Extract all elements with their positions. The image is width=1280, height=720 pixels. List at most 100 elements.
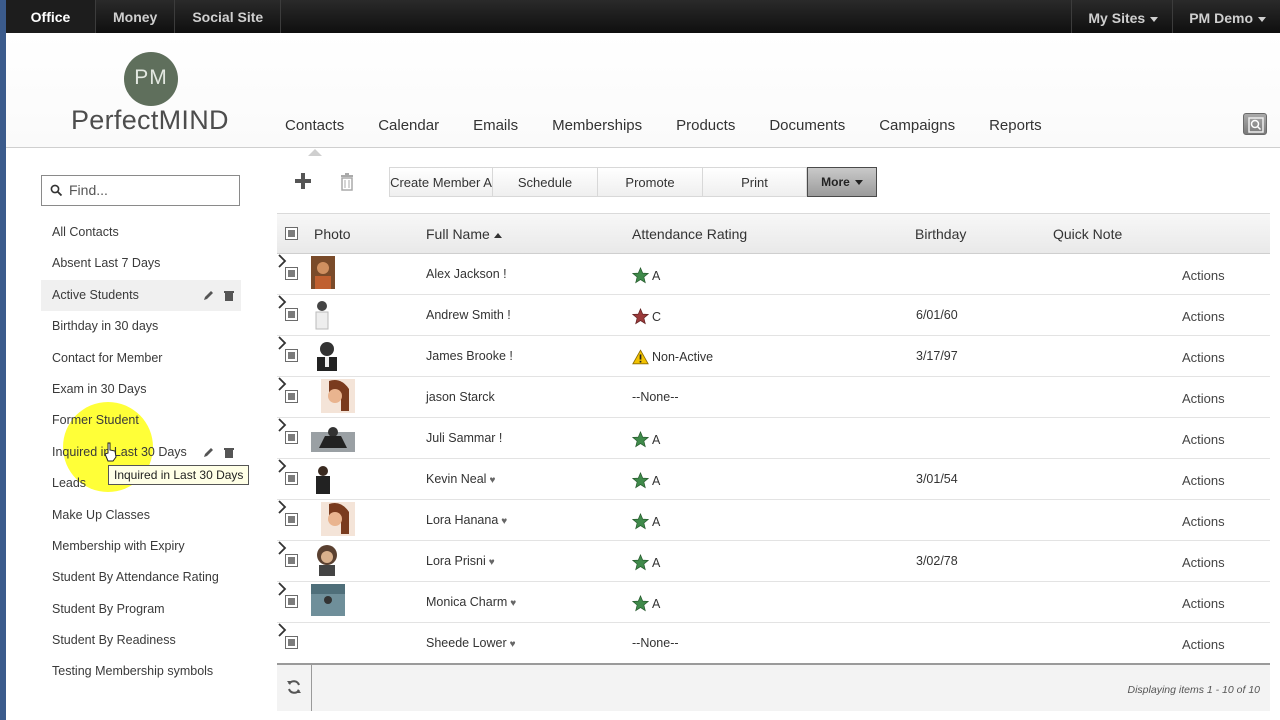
chevron-right-icon[interactable]	[277, 582, 287, 596]
contact-name[interactable]: Monica Charm ♥	[426, 595, 516, 609]
favorite-heart-icon: ♥	[489, 475, 496, 486]
chevron-right-icon[interactable]	[277, 377, 287, 391]
row-checkbox[interactable]	[285, 390, 298, 403]
table-row[interactable]: Kevin Neal ♥ A 3/01/54 Actions	[277, 459, 1270, 500]
row-checkbox[interactable]	[285, 636, 298, 649]
contact-name[interactable]: Kevin Neal ♥	[426, 472, 495, 486]
row-checkbox[interactable]	[285, 267, 298, 280]
sidebar-item-make-up-classes[interactable]: Make Up Classes	[41, 500, 241, 531]
contact-name[interactable]: Lora Prisni ♥	[426, 554, 495, 568]
nav-products[interactable]: Products	[659, 117, 752, 134]
edit-pencil-icon[interactable]	[202, 446, 215, 459]
sidebar-item-active-students[interactable]: Active Students	[41, 279, 241, 312]
row-checkbox[interactable]	[285, 431, 298, 444]
contact-name[interactable]: Alex Jackson !	[426, 267, 507, 281]
row-checkbox[interactable]	[285, 595, 298, 608]
contact-name[interactable]: James Brooke !	[426, 349, 513, 363]
contact-name[interactable]: Lora Hanana ♥	[426, 513, 507, 527]
table-row[interactable]: Sheede Lower ♥ --None-- Actions	[277, 623, 1270, 664]
refresh-button[interactable]	[277, 665, 312, 711]
trash-icon[interactable]	[223, 289, 235, 302]
actions-link[interactable]: Actions	[1182, 350, 1225, 365]
pagination-status: Displaying items 1 - 10 of 10	[1127, 684, 1260, 696]
chevron-right-icon[interactable]	[277, 459, 287, 473]
chevron-right-icon[interactable]	[277, 500, 287, 514]
nav-memberships[interactable]: Memberships	[535, 117, 659, 134]
table-row[interactable]: Lora Hanana ♥ A Actions	[277, 500, 1270, 541]
edit-pencil-icon[interactable]	[202, 289, 215, 302]
find-input[interactable]: Find...	[41, 175, 240, 206]
actions-link[interactable]: Actions	[1182, 268, 1225, 283]
table-row[interactable]: Lora Prisni ♥ A 3/02/78 Actions	[277, 541, 1270, 582]
actions-link[interactable]: Actions	[1182, 432, 1225, 447]
promote-button[interactable]: Promote	[598, 167, 703, 197]
my-sites-menu[interactable]: My Sites	[1071, 0, 1172, 33]
contact-name[interactable]: Sheede Lower ♥	[426, 636, 516, 650]
actions-link[interactable]: Actions	[1182, 514, 1225, 529]
chevron-right-icon[interactable]	[277, 254, 287, 268]
col-birthday[interactable]: Birthday	[915, 226, 966, 242]
global-search-button[interactable]	[1243, 113, 1267, 135]
sidebar-item-absent-last-7-days[interactable]: Absent Last 7 Days	[41, 248, 241, 279]
table-row[interactable]: Juli Sammar ! A Actions	[277, 418, 1270, 459]
schedule-button[interactable]: Schedule	[493, 167, 598, 197]
table-row[interactable]: Alex Jackson ! A Actions	[277, 254, 1270, 295]
create-member-button[interactable]: Create Member A	[389, 167, 493, 197]
sidebar-item-contact-for-member[interactable]: Contact for Member	[41, 343, 241, 374]
table-row[interactable]: jason Starck --None-- Actions	[277, 377, 1270, 418]
table-row[interactable]: Monica Charm ♥ A Actions	[277, 582, 1270, 623]
contact-name[interactable]: jason Starck	[426, 390, 495, 404]
row-checkbox[interactable]	[285, 349, 298, 362]
trash-icon[interactable]	[339, 172, 355, 192]
nav-contacts[interactable]: Contacts	[268, 117, 361, 156]
nav-emails[interactable]: Emails	[456, 117, 535, 134]
row-checkbox[interactable]	[285, 554, 298, 567]
chevron-right-icon[interactable]	[277, 336, 287, 350]
account-menu[interactable]: PM Demo	[1172, 0, 1280, 33]
top-tab-money[interactable]: Money	[96, 0, 176, 33]
logo-icon[interactable]: PM	[124, 52, 178, 106]
row-checkbox[interactable]	[285, 308, 298, 321]
actions-link[interactable]: Actions	[1182, 596, 1225, 611]
sidebar-item-all-contacts[interactable]: All Contacts	[41, 217, 241, 248]
contact-name[interactable]: Andrew Smith !	[426, 308, 511, 322]
top-tab-office[interactable]: Office	[6, 0, 96, 33]
nav-reports[interactable]: Reports	[972, 117, 1059, 134]
nav-documents[interactable]: Documents	[752, 117, 862, 134]
chevron-right-icon[interactable]	[277, 418, 287, 432]
col-full-name[interactable]: Full Name	[426, 226, 502, 242]
chevron-right-icon[interactable]	[277, 295, 287, 309]
top-tab-social-site[interactable]: Social Site	[175, 0, 282, 33]
nav-calendar[interactable]: Calendar	[361, 117, 456, 134]
actions-link[interactable]: Actions	[1182, 637, 1225, 652]
print-button[interactable]: Print	[703, 167, 807, 197]
actions-link[interactable]: Actions	[1182, 391, 1225, 406]
chevron-right-icon[interactable]	[277, 623, 287, 637]
sidebar-item-student-by-attendance-rating[interactable]: Student By Attendance Rating	[41, 562, 241, 593]
chevron-right-icon[interactable]	[277, 541, 287, 555]
table-row[interactable]: James Brooke ! Non-Active 3/17/97 Action…	[277, 336, 1270, 377]
sidebar-item-student-by-program[interactable]: Student By Program	[41, 594, 241, 625]
table-row[interactable]: Andrew Smith ! C 6/01/60 Actions	[277, 295, 1270, 336]
actions-link[interactable]: Actions	[1182, 309, 1225, 324]
actions-link[interactable]: Actions	[1182, 473, 1225, 488]
trash-icon[interactable]	[223, 446, 235, 459]
sidebar-item-membership-with-expiry[interactable]: Membership with Expiry	[41, 531, 241, 562]
add-contact-icon[interactable]	[293, 171, 313, 191]
contact-name[interactable]: Juli Sammar !	[426, 431, 502, 445]
row-checkbox[interactable]	[285, 513, 298, 526]
sidebar-item-student-by-readiness[interactable]: Student By Readiness	[41, 625, 241, 656]
sidebar-item-testing-membership-symbols[interactable]: Testing Membership symbols	[41, 656, 241, 687]
actions-link[interactable]: Actions	[1182, 555, 1225, 570]
logo-name[interactable]: PerfectMIND	[71, 105, 229, 136]
col-quick-note[interactable]: Quick Note	[1053, 226, 1122, 242]
select-all-checkbox[interactable]	[285, 227, 298, 240]
sidebar-item-inquired-last-30-days[interactable]: Inquired in Last 30 Days	[41, 437, 241, 468]
sidebar-item-former-student[interactable]: Former Student	[41, 405, 241, 436]
col-attendance[interactable]: Attendance Rating	[632, 226, 747, 242]
nav-campaigns[interactable]: Campaigns	[862, 117, 972, 134]
row-checkbox[interactable]	[285, 472, 298, 485]
sidebar-item-exam-in-30-days[interactable]: Exam in 30 Days	[41, 374, 241, 405]
more-button[interactable]: More	[807, 167, 877, 197]
sidebar-item-birthday-in-30-days[interactable]: Birthday in 30 days	[41, 311, 241, 342]
